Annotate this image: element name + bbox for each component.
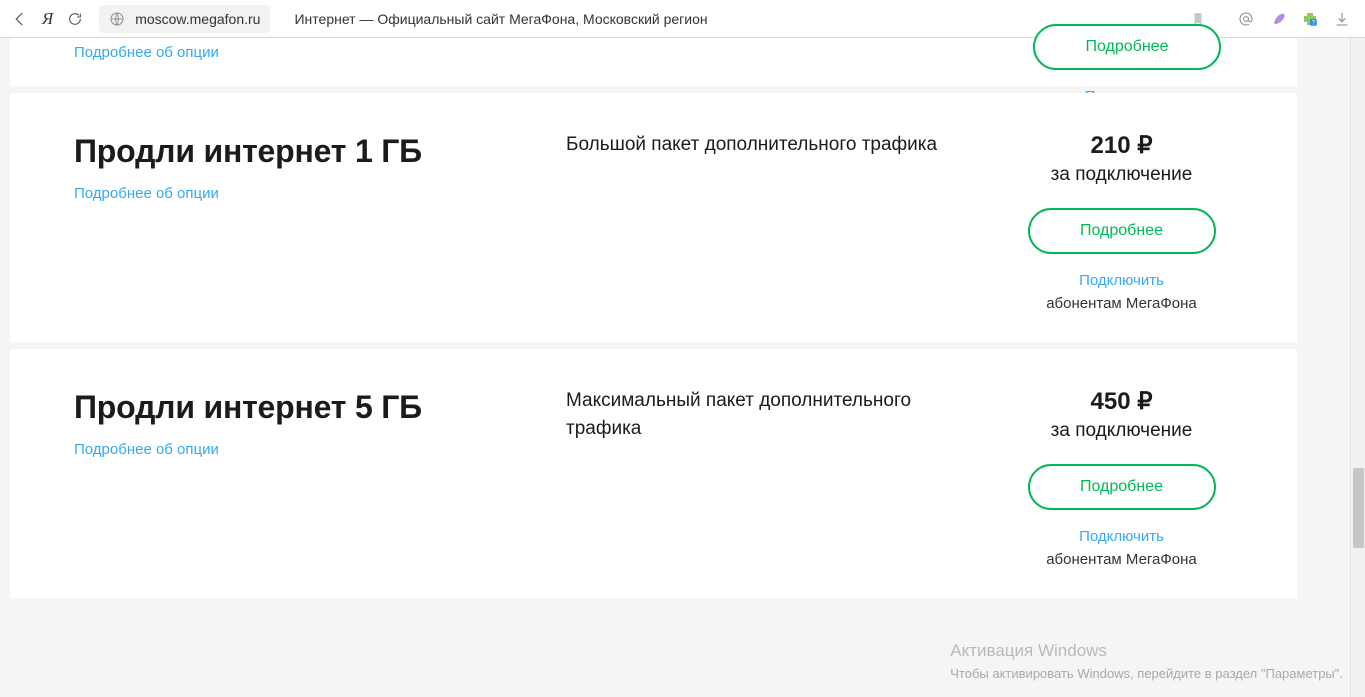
plan-description: Максимальный пакет дополнительного трафи… — [566, 387, 986, 442]
more-about-option-link[interactable]: Подробнее об опции — [74, 44, 219, 61]
address-bar[interactable]: moscow.megafon.ru — [99, 5, 270, 33]
more-about-option-link[interactable]: Подробнее об опции — [74, 441, 219, 458]
reload-button[interactable] — [65, 9, 85, 29]
details-button[interactable]: Подробнее — [1028, 464, 1216, 510]
vertical-scrollbar[interactable] — [1350, 38, 1365, 697]
plan-price: 450 ₽ — [1091, 387, 1153, 416]
plan-title: Продли интернет 1 ГБ — [74, 131, 566, 171]
details-button[interactable]: Подробнее — [1028, 208, 1216, 254]
more-about-option-link[interactable]: Подробнее об опции — [74, 185, 219, 202]
back-button[interactable] — [10, 9, 30, 29]
feather-icon[interactable] — [1269, 10, 1287, 28]
plan-price-sub: за подключение — [1051, 420, 1193, 442]
plan-title: Продли интернет 5 ГБ — [74, 387, 566, 427]
extension-puzzle-icon[interactable]: ? — [1301, 10, 1319, 28]
scrollbar-thumb[interactable] — [1353, 468, 1364, 548]
connect-link[interactable]: Подключить — [1079, 528, 1164, 545]
subscribers-note: абонентам МегаФона — [1046, 551, 1197, 568]
yandex-logo[interactable]: Я — [42, 9, 53, 29]
globe-icon — [109, 11, 125, 27]
plan-price-sub: за подключение — [1051, 164, 1193, 186]
windows-activation-watermark: Активация Windows Чтобы активировать Win… — [950, 639, 1343, 683]
tariff-card: Подробнее об опции Подробнее Подключить … — [10, 38, 1297, 86]
page-title: Интернет — Официальный сайт МегаФона, Мо… — [294, 11, 707, 27]
connect-link[interactable]: Подключить — [1079, 272, 1164, 289]
details-button[interactable]: Подробнее — [1033, 24, 1221, 70]
tariff-card: Продли интернет 5 ГБ Подробнее об опции … — [10, 349, 1297, 598]
download-icon[interactable] — [1333, 10, 1351, 28]
subscribers-note: абонентам МегаФона — [1046, 295, 1197, 312]
url-text: moscow.megafon.ru — [135, 11, 260, 27]
plan-price: 210 ₽ — [1091, 131, 1153, 160]
tariff-card: Продли интернет 1 ГБ Подробнее об опции … — [10, 93, 1297, 342]
page-body: Подробнее об опции Подробнее Подключить … — [0, 38, 1365, 697]
plan-description: Большой пакет дополнительного трафика — [566, 131, 986, 159]
